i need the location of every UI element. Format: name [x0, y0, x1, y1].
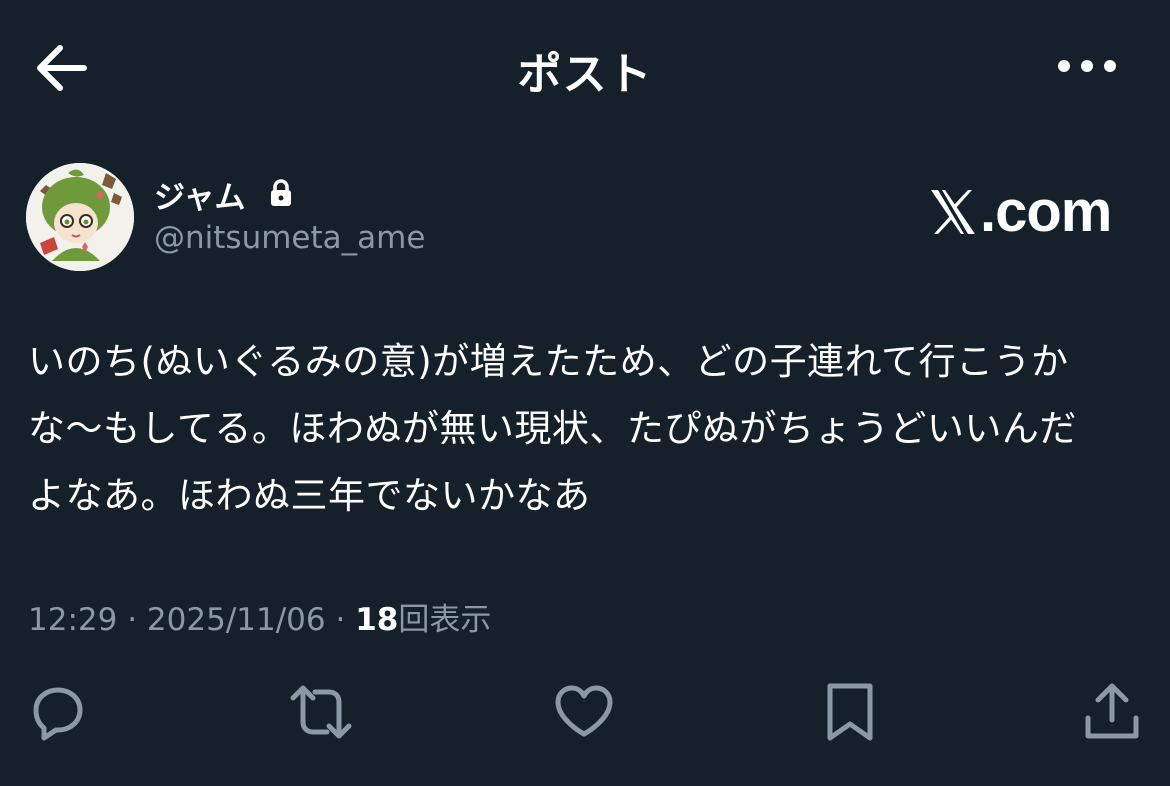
meta-separator: ·	[127, 602, 138, 638]
lock-icon	[267, 178, 295, 208]
bookmark-icon	[827, 683, 873, 741]
avatar-illustration	[26, 163, 134, 271]
post-text-line: な〜もしてる。ほわぬが無い現状、たぴぬがちょうどいいんだ	[28, 407, 1077, 450]
post-text-line: いのち(ぬいぐるみの意)が増えたため、どの子連れて行こうか	[28, 340, 1069, 383]
post-date[interactable]: 2025/11/06	[147, 602, 326, 638]
post-text-line: よなあ。ほわぬ三年でないかなあ	[28, 474, 591, 517]
post-text: いのち(ぬいぐるみの意)が増えたため、どの子連れて行こうか な〜もしてる。ほわぬ…	[28, 328, 1153, 529]
more-horizontal-icon	[1058, 60, 1116, 72]
repost-icon	[290, 685, 352, 739]
x-logo-icon	[928, 184, 978, 234]
brand-domain: .com	[980, 179, 1112, 244]
display-name[interactable]: ジャム	[154, 172, 245, 217]
meta-separator: ·	[335, 602, 346, 638]
repost-button[interactable]	[289, 680, 353, 744]
user-handle[interactable]: @nitsumeta_ame	[154, 220, 425, 256]
post-meta: 12:29 · 2025/11/06 · 18回表示	[28, 594, 491, 639]
share-button[interactable]	[1080, 680, 1144, 744]
bookmark-button[interactable]	[818, 680, 882, 744]
views-count: 18	[355, 602, 399, 638]
like-button[interactable]	[552, 680, 616, 744]
reply-button[interactable]	[26, 680, 90, 744]
share-icon	[1085, 683, 1139, 739]
brand-watermark: .com	[928, 178, 1112, 245]
post-time[interactable]: 12:29	[28, 602, 117, 638]
heart-icon	[555, 685, 613, 737]
avatar[interactable]	[26, 163, 134, 271]
page-title: ポスト	[517, 49, 653, 100]
views-label: 回表示	[398, 602, 492, 638]
reply-icon	[33, 687, 83, 741]
top-bar: ポスト	[0, 0, 1170, 135]
more-options-button[interactable]	[1052, 50, 1122, 82]
